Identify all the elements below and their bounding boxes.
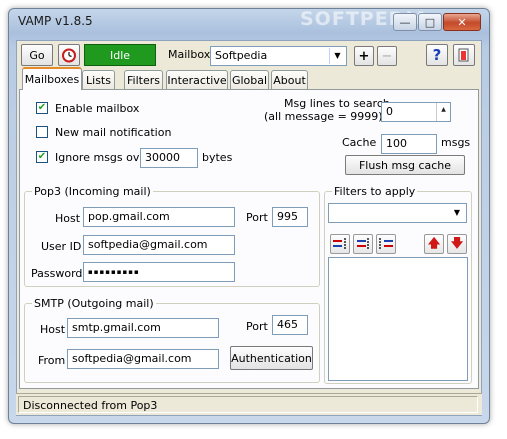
new-mail-notification-checkbox[interactable] xyxy=(36,126,48,138)
smtp-group-title: SMTP (Outgoing mail) xyxy=(32,297,156,310)
arrow-down-icon: 🡇 xyxy=(450,235,464,250)
ignore-msgs-checkbox[interactable]: ✔ xyxy=(36,151,48,163)
mailbox-label: Mailbox xyxy=(168,48,211,61)
pop3-port-label: Port xyxy=(246,211,268,224)
move-filter-down-button[interactable]: 🡇 xyxy=(447,234,467,254)
remove-filter-button[interactable] xyxy=(376,234,396,254)
maximize-icon: □ xyxy=(424,15,436,29)
ignore-msgs-label: Ignore msgs over xyxy=(55,151,151,164)
close-icon: ✕ xyxy=(457,15,467,29)
insert-filter-icon xyxy=(333,238,346,250)
status-bar: Disconnected from Pop3 xyxy=(16,393,482,415)
cache-unit: msgs xyxy=(441,136,471,149)
ignore-size-unit: bytes xyxy=(202,151,233,164)
minimize-icon: — xyxy=(399,15,411,29)
state-indicator: Idle xyxy=(84,44,156,66)
help-button[interactable]: ? xyxy=(426,44,448,66)
smtp-from-input[interactable]: softpedia@gmail.com xyxy=(67,349,219,369)
flush-cache-button[interactable]: Flush msg cache xyxy=(345,155,465,175)
pop3-port-input[interactable]: 995 xyxy=(272,207,308,227)
msg-lines-hint: (all message = 9999) xyxy=(264,110,383,123)
enable-mailbox-checkbox[interactable]: ✔ xyxy=(36,102,48,114)
close-button[interactable]: ✕ xyxy=(443,13,481,31)
pop3-host-label: Host xyxy=(55,212,81,225)
msg-lines-value: 0 xyxy=(386,105,393,118)
smtp-host-label: Host xyxy=(40,323,66,336)
exit-button[interactable] xyxy=(453,44,475,66)
smtp-port-label: Port xyxy=(246,320,268,333)
pop3-password-label: Password xyxy=(31,267,83,280)
enable-mailbox-label: Enable mailbox xyxy=(55,102,140,115)
chevron-down-icon[interactable]: ▼ xyxy=(449,205,465,221)
pop3-password-input[interactable]: ▪▪▪▪▪▪▪▪▪ xyxy=(83,262,235,282)
msg-lines-label: Msg lines to search xyxy=(284,97,390,110)
tab-global[interactable]: Global xyxy=(230,70,269,89)
smtp-host-input[interactable]: smtp.gmail.com xyxy=(67,318,219,338)
msg-lines-spinner[interactable]: 0 ▲ ▼ xyxy=(381,102,451,122)
tab-mailboxes[interactable]: Mailboxes xyxy=(22,67,82,90)
spin-down-icon[interactable]: ▼ xyxy=(437,117,450,121)
authentication-button[interactable]: Authentication xyxy=(230,346,313,370)
insert-filter-button[interactable] xyxy=(330,234,350,254)
mailbox-select[interactable]: Softpedia ▼ xyxy=(210,46,347,66)
msg-lines-spin-buttons[interactable]: ▲ ▼ xyxy=(436,103,450,121)
remove-mailbox-button[interactable]: − xyxy=(377,46,397,66)
add-mailbox-button[interactable]: + xyxy=(354,46,374,66)
pop3-userid-input[interactable]: softpedia@gmail.com xyxy=(83,235,235,255)
filters-group-title: Filters to apply xyxy=(332,185,418,198)
alarm-clock-icon xyxy=(62,48,76,63)
smtp-port-input[interactable]: 465 xyxy=(272,315,308,335)
status-text: Disconnected from Pop3 xyxy=(18,396,478,413)
cache-input[interactable]: 100 xyxy=(381,134,437,154)
new-mail-notification-label: New mail notification xyxy=(55,126,172,139)
chevron-down-icon[interactable]: ▼ xyxy=(329,48,345,64)
pop3-host-input[interactable]: pop.gmail.com xyxy=(83,207,235,227)
cache-label: Cache xyxy=(342,136,377,149)
smtp-from-label: From xyxy=(38,354,66,367)
tab-lists[interactable]: Lists xyxy=(82,70,115,89)
mailbox-value: Softpedia xyxy=(215,49,268,62)
remove-filter-icon xyxy=(379,238,393,250)
window-title: VAMP v1.8.5 xyxy=(18,14,93,28)
minimize-button[interactable]: — xyxy=(393,13,417,31)
exit-door-icon xyxy=(458,48,469,62)
spin-up-icon[interactable]: ▲ xyxy=(437,103,450,117)
move-filter-up-button[interactable]: 🡅 xyxy=(424,234,444,254)
tab-interactive[interactable]: Interactive xyxy=(166,70,228,89)
append-filter-button[interactable] xyxy=(353,234,373,254)
filter-select[interactable]: ▼ xyxy=(328,203,467,223)
maximize-button[interactable]: □ xyxy=(418,13,442,31)
filter-list[interactable] xyxy=(328,257,468,381)
go-button[interactable]: Go xyxy=(21,44,53,66)
ignore-size-input[interactable]: 30000 xyxy=(140,148,198,168)
arrow-up-icon: 🡅 xyxy=(427,235,441,250)
help-icon: ? xyxy=(432,46,442,64)
pop3-group-title: Pop3 (Incoming mail) xyxy=(32,185,153,198)
tab-about[interactable]: About xyxy=(271,70,308,89)
alarm-clock-button[interactable] xyxy=(58,44,80,66)
append-filter-icon xyxy=(357,238,369,250)
tab-filters[interactable]: Filters xyxy=(124,70,163,89)
pop3-userid-label: User ID xyxy=(41,240,82,253)
